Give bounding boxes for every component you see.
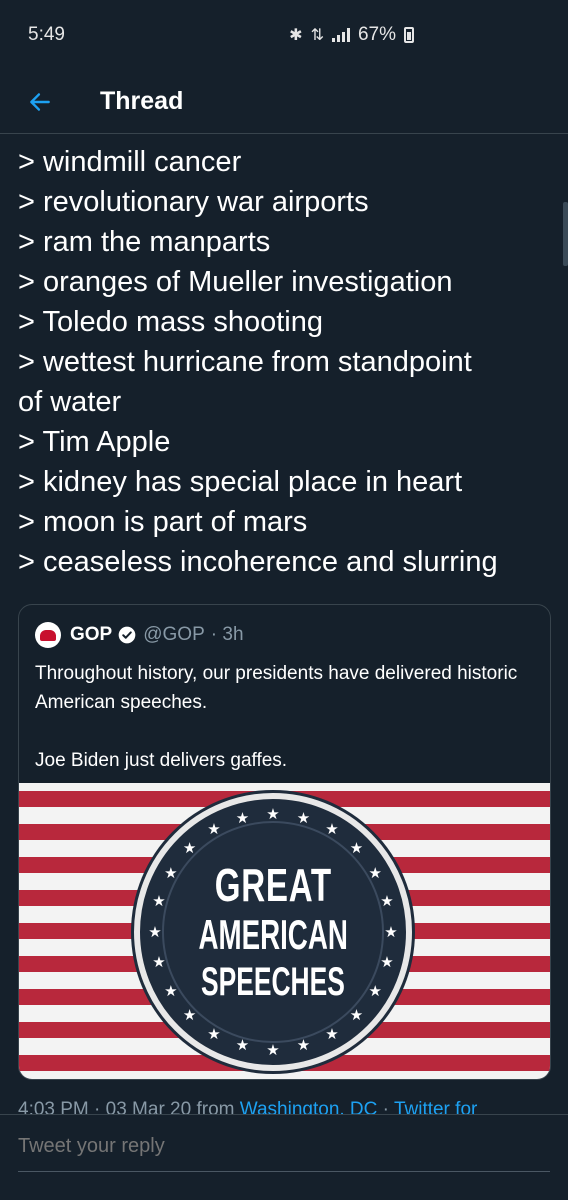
star-icon: ★ — [164, 864, 178, 882]
verified-badge-icon — [118, 626, 136, 644]
star-icon: ★ — [152, 954, 166, 972]
star-icon: ★ — [349, 1006, 364, 1024]
source-link[interactable]: Twitter for — [394, 1099, 477, 1114]
location-link[interactable]: Washington, DC — [240, 1099, 378, 1114]
page-title: Thread — [100, 87, 184, 115]
star-icon: ★ — [349, 840, 364, 858]
tweet-line: of water — [18, 386, 122, 418]
reply-underline — [18, 1171, 550, 1172]
star-icon: ★ — [296, 809, 311, 827]
star-icon: ★ — [207, 821, 221, 839]
star-icon: ★ — [368, 982, 382, 1000]
status-time: 5:49 — [28, 24, 65, 45]
reply-input[interactable] — [18, 1129, 518, 1163]
star-icon: ★ — [296, 1037, 311, 1055]
star-icon: ★ — [164, 982, 178, 1000]
avatar[interactable] — [35, 622, 61, 648]
seal-line: SPEECHES — [201, 960, 345, 1004]
timestamp-text: 4:03 PM · 03 Mar 20 from — [18, 1099, 240, 1114]
tweet-line: > wettest hurricane from standpoint — [18, 346, 472, 378]
scrollbar-thumb[interactable] — [563, 202, 568, 266]
tweet-timestamp: 4:03 PM · 03 Mar 20 from Washington, DC … — [18, 1092, 558, 1114]
quote-paragraph: Throughout history, our presidents have … — [35, 663, 518, 713]
seal-line: AMERICAN — [198, 911, 348, 958]
quote-handle: @GOP — [143, 624, 205, 645]
quote-time: · 3h — [210, 624, 244, 645]
quote-paragraph: Joe Biden just delivers gaffes. — [35, 750, 288, 771]
battery-percent: 67% — [357, 24, 396, 45]
quote-header: GOP @GOP · 3h — [35, 621, 244, 649]
star-icon: ★ — [235, 1037, 250, 1055]
signal-icon — [331, 28, 350, 42]
star-icon: ★ — [148, 923, 162, 941]
tweet-line: > kidney has special place in heart — [18, 466, 463, 498]
thread-screen: 5:49 ✱ ⇅ 67% Thread > windmill cancer > … — [0, 0, 568, 1200]
elephant-logo-icon — [40, 629, 56, 641]
star-icon: ★ — [380, 892, 394, 910]
battery-icon — [404, 27, 414, 43]
quote-text: Throughout history, our presidents have … — [35, 659, 535, 775]
quote-media-image[interactable]: GREAT AMERICAN SPEECHES ★ ★ ★ ★ ★ ★ ★ ★ ★ ★ ★ ★ ★ ★ ★ ★… — [19, 783, 550, 1079]
footer-separator: · — [377, 1099, 394, 1114]
star-icon: ★ — [182, 1006, 197, 1024]
star-icon: ★ — [325, 821, 339, 839]
tweet-text: > windmill cancer > revolutionary war ai… — [18, 142, 548, 582]
star-icon: ★ — [152, 892, 166, 910]
data-icon: ⇅ — [310, 27, 324, 44]
reply-bar — [0, 1114, 568, 1200]
star-icon: ★ — [182, 840, 197, 858]
arrow-left-icon — [30, 92, 50, 111]
great-american-speeches-seal: GREAT AMERICAN SPEECHES ★ ★ ★ ★ ★ ★ ★ ★ ★ ★ ★ ★ ★ ★ ★ ★… — [134, 793, 412, 1071]
star-icon: ★ — [235, 809, 250, 827]
quote-author-name[interactable]: GOP — [70, 624, 112, 646]
status-icons: ✱ ⇅ 67% — [289, 24, 414, 46]
quote-tweet-card[interactable]: GOP @GOP · 3h Throughout history, our pr… — [18, 604, 551, 1080]
tweet-line: > Toledo mass shooting — [18, 306, 323, 338]
star-icon: ★ — [207, 1025, 221, 1043]
tweet-line: > windmill cancer — [18, 146, 242, 178]
seal-line: GREAT — [214, 859, 332, 911]
status-bar: 5:49 ✱ ⇅ 67% — [0, 0, 568, 70]
star-icon: ★ — [325, 1025, 339, 1043]
tweet-line: > ceaseless incoherence and slurring — [18, 546, 498, 578]
star-icon: ★ — [266, 805, 280, 823]
star-icon: ★ — [266, 1041, 280, 1059]
star-icon: ★ — [380, 954, 394, 972]
tweet-line: > Tim Apple — [18, 426, 171, 458]
bluetooth-icon: ✱ — [289, 27, 303, 44]
star-icon: ★ — [368, 864, 382, 882]
seal-text: GREAT AMERICAN SPEECHES — [140, 799, 406, 1065]
back-button[interactable] — [0, 70, 80, 134]
app-header: Thread — [0, 70, 568, 134]
tweet-line: > revolutionary war airports — [18, 186, 369, 218]
tweet-line: > ram the manparts — [18, 226, 271, 258]
tweet-line: > moon is part of mars — [18, 506, 308, 538]
tweet-line: > oranges of Mueller investigation — [18, 266, 453, 298]
star-icon: ★ — [384, 923, 398, 941]
